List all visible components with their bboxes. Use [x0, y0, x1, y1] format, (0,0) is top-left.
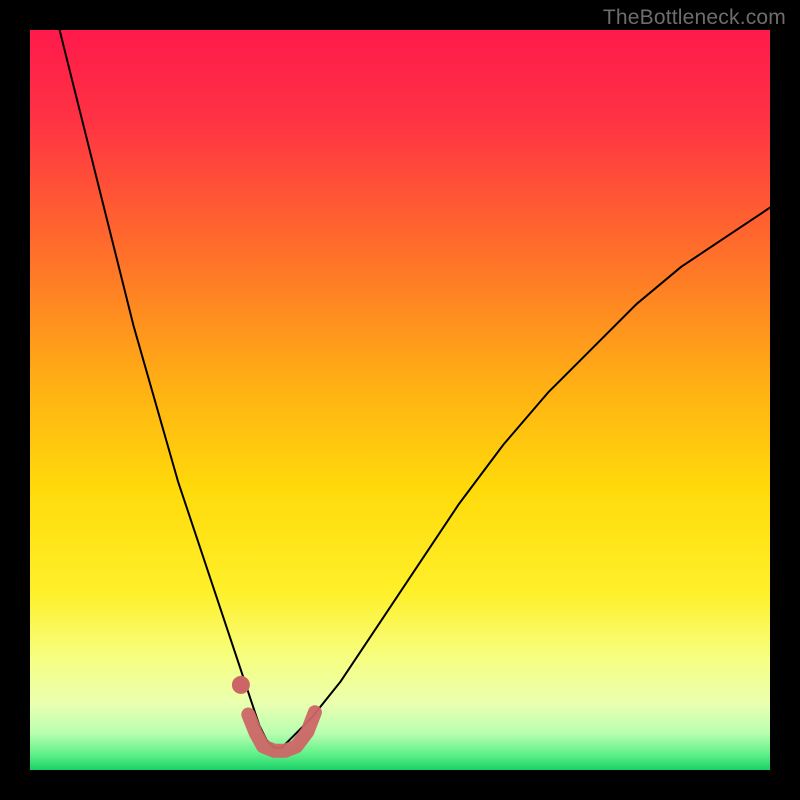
gradient-background: [30, 30, 770, 770]
plot-area: [30, 30, 770, 770]
watermark-label: TheBottleneck.com: [603, 6, 786, 30]
chart-frame: TheBottleneck.com: [0, 0, 800, 800]
highlight-marker-point: [232, 676, 250, 694]
chart-svg: [30, 30, 770, 770]
